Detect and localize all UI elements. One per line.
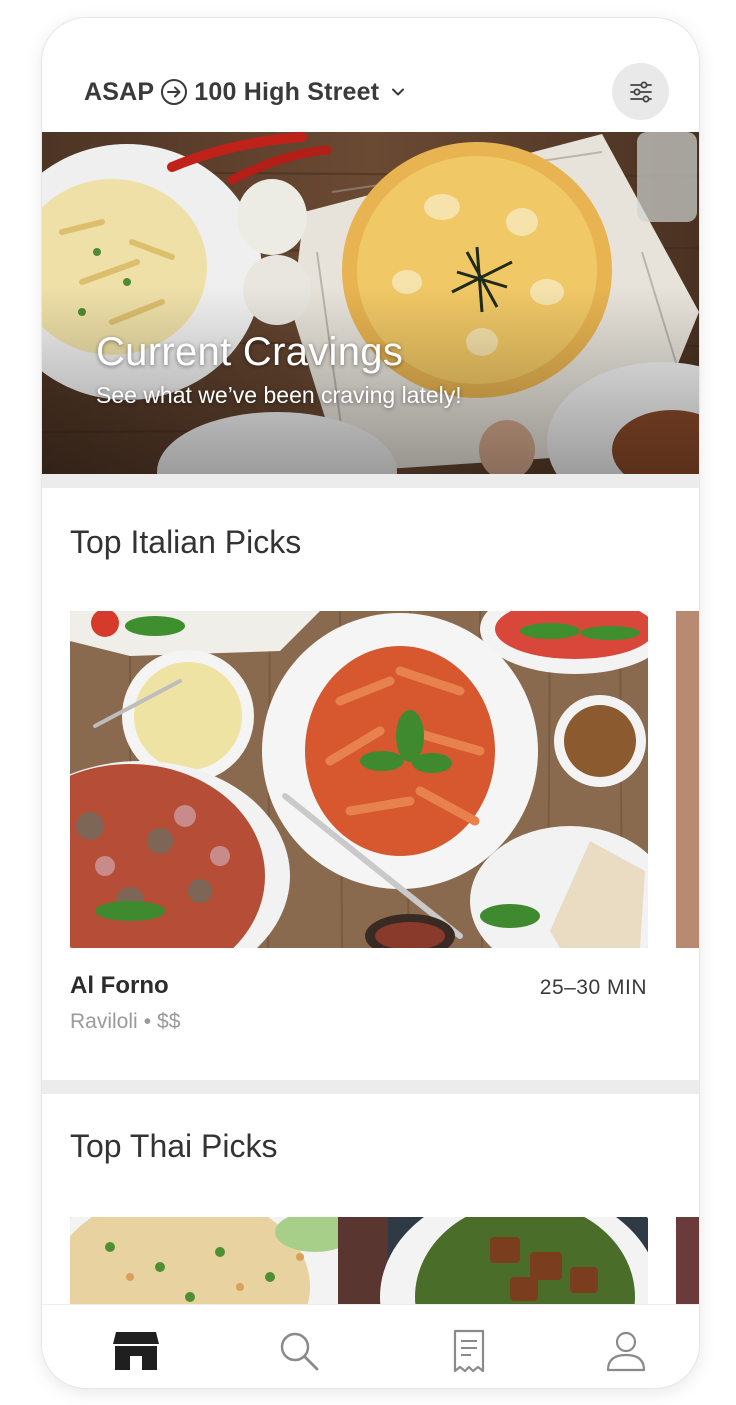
delivery-time: 25–30 MIN	[539, 976, 647, 999]
restaurant-card-image[interactable]	[70, 611, 648, 948]
search-icon	[280, 1332, 319, 1371]
italian-food-image	[70, 611, 648, 948]
delivery-timing: ASAP	[84, 77, 155, 106]
restaurant-meta: Raviloli • $$	[70, 1010, 180, 1034]
filter-sliders-icon	[629, 81, 652, 102]
hero-subtitle: See what we’ve been craving lately!	[96, 382, 462, 408]
chevron-down-icon	[392, 88, 405, 96]
phone-frame: ASAP 100 High Street Current Cravings Se…	[42, 18, 699, 1388]
tab-search[interactable]	[274, 1327, 324, 1375]
delivery-location-selector[interactable]: ASAP 100 High Street	[84, 76, 407, 108]
hero-food-image	[42, 132, 699, 474]
section-title: Top Italian Picks	[70, 524, 302, 560]
next-card-peek[interactable]	[676, 611, 699, 948]
store-icon	[113, 1332, 159, 1370]
price-level: $$	[157, 1010, 181, 1033]
meta-separator: •	[143, 1010, 152, 1033]
bottom-tab-bar	[42, 1304, 699, 1388]
section-top-italian-picks: Top Italian Picks Al Forno 25–30 MIN Rav…	[42, 488, 699, 1080]
tab-account[interactable]	[601, 1327, 651, 1375]
account-icon	[606, 1331, 646, 1372]
thai-food-image	[70, 1217, 648, 1317]
hero-banner[interactable]: Current Cravings See what we’ve been cra…	[42, 132, 699, 474]
top-bar: ASAP 100 High Street	[42, 18, 699, 132]
tab-home[interactable]	[111, 1327, 161, 1375]
section-top-thai-picks: Top Thai Picks	[42, 1094, 699, 1317]
tab-orders[interactable]	[444, 1327, 494, 1375]
restaurant-name[interactable]: Al Forno	[70, 972, 169, 1000]
hero-title: Current Cravings	[96, 330, 404, 374]
delivery-address: 100 High Street	[194, 77, 380, 106]
filter-button[interactable]	[612, 63, 669, 120]
next-card-peek[interactable]	[676, 1217, 699, 1317]
receipt-icon	[453, 1329, 485, 1373]
cuisine-label: Raviloli	[70, 1010, 138, 1033]
arrow-circle-right-icon	[161, 79, 188, 105]
restaurant-card-image[interactable]	[70, 1217, 648, 1317]
section-title: Top Thai Picks	[70, 1128, 278, 1164]
